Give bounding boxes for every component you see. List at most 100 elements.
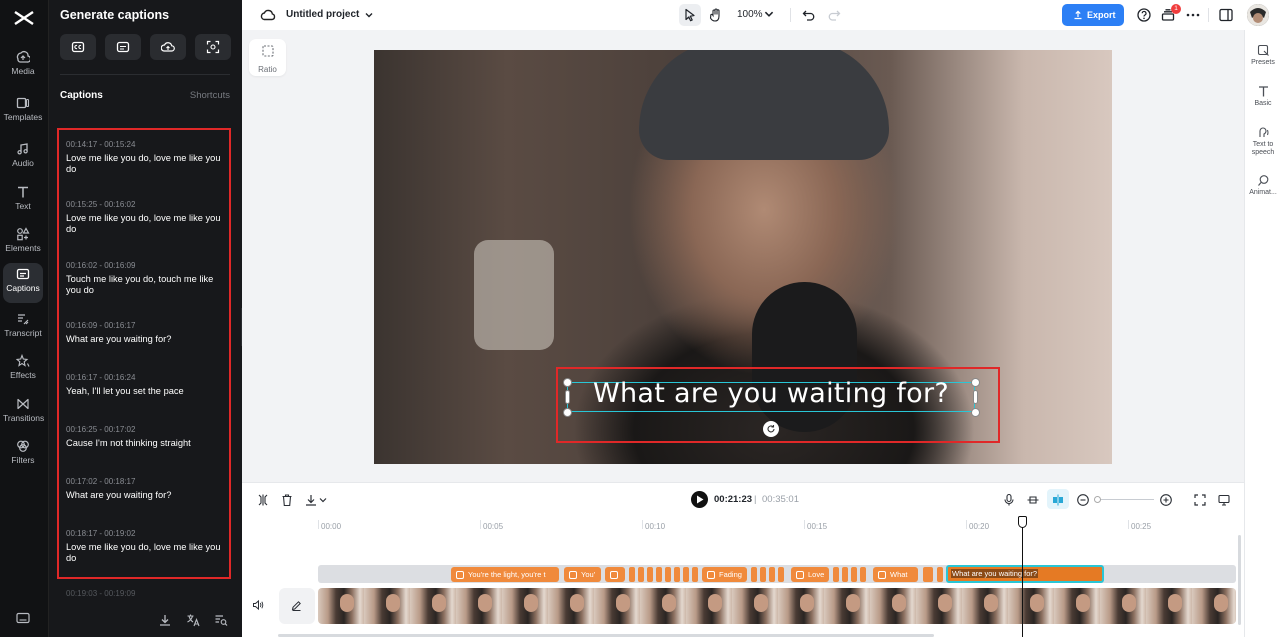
caption-text[interactable]: Cause I'm not thinking straight	[66, 438, 226, 449]
caption-item[interactable]: 00:14:17 - 00:15:24 Love me like you do,…	[66, 140, 226, 175]
caption-text[interactable]: Love me like you do, love me like you do	[66, 153, 226, 175]
capcut-logo-icon[interactable]	[12, 8, 36, 28]
caption-item[interactable]: 00:18:17 - 00:19:02 Love me like you do,…	[66, 529, 226, 564]
selected-caption-clip[interactable]: What are you waiting for?	[946, 565, 1104, 583]
resize-handle-bottom-right[interactable]	[971, 408, 980, 417]
undo-icon[interactable]	[801, 7, 817, 23]
shortcuts-link[interactable]: Shortcuts	[190, 90, 230, 101]
caption-text[interactable]: What are you waiting for?	[66, 490, 226, 501]
timeline-vertical-scrollbar[interactable]	[1238, 535, 1241, 625]
avatar[interactable]	[1247, 4, 1269, 26]
microphone-icon[interactable]	[1002, 493, 1016, 507]
sidebar-item-text[interactable]: Text	[3, 181, 43, 219]
cc-caption-button[interactable]	[60, 34, 96, 60]
resize-handle-top-right[interactable]	[971, 378, 980, 387]
right-panel-item-text-to-speech[interactable]: Text to speech	[1245, 126, 1280, 157]
caption-clip[interactable]: You're the light, you're t	[451, 567, 559, 582]
find-replace-icon[interactable]	[214, 613, 228, 627]
split-icon[interactable]	[256, 493, 270, 507]
translate-icon[interactable]	[186, 613, 200, 627]
caption-clip[interactable]	[923, 567, 933, 582]
resize-handle-bottom-left[interactable]	[563, 408, 572, 417]
sidebar-item-captions[interactable]: Captions	[3, 263, 43, 303]
sidebar-item-elements[interactable]: Elements	[3, 223, 43, 261]
caption-item[interactable]: 00:15:25 - 00:16:02 Love me like you do,…	[66, 200, 226, 235]
play-button[interactable]	[691, 491, 708, 508]
caption-item[interactable]: 00:16:02 - 00:16:09 Touch me like you do…	[66, 261, 226, 296]
chevron-down-icon[interactable]	[364, 10, 374, 20]
help-icon[interactable]	[1136, 7, 1152, 23]
monitor-icon[interactable]	[1217, 493, 1231, 507]
ratio-button[interactable]: Ratio	[249, 39, 286, 76]
magnet-icon[interactable]	[1051, 493, 1065, 507]
right-panel-item-animation[interactable]: Animat...	[1245, 174, 1280, 197]
caption-clip[interactable]: What	[873, 567, 918, 582]
sidebar-item-effects[interactable]: Effects	[3, 350, 43, 388]
resize-handle-left[interactable]	[565, 390, 570, 404]
sidebar-item-audio[interactable]: Audio	[3, 138, 43, 176]
project-name[interactable]: Untitled project	[286, 9, 359, 20]
caption-clip[interactable]	[656, 567, 662, 582]
fullscreen-icon[interactable]	[1193, 493, 1207, 507]
sidebar-item-transitions[interactable]: Transitions	[3, 393, 44, 431]
video-track[interactable]	[318, 588, 1236, 624]
caption-clip[interactable]	[647, 567, 653, 582]
volume-icon[interactable]	[252, 599, 264, 611]
caption-text[interactable]: Love me like you do, love me like you do	[66, 542, 226, 564]
panel-layout-icon[interactable]	[1218, 7, 1234, 23]
caption-list[interactable]: 00:14:17 - 00:15:24 Love me like you do,…	[57, 128, 231, 579]
caption-clip[interactable]	[683, 567, 689, 582]
timeline-zoom-knob[interactable]	[1094, 496, 1101, 503]
caption-clip[interactable]	[851, 567, 857, 582]
upload-captions-button[interactable]	[150, 34, 186, 60]
caption-item[interactable]: 00:16:09 - 00:16:17 What are you waiting…	[66, 321, 226, 345]
caption-clip[interactable]	[833, 567, 839, 582]
caption-clip[interactable]	[937, 567, 943, 582]
keyboard-icon[interactable]	[16, 612, 30, 624]
caption-clip[interactable]	[751, 567, 757, 582]
sidebar-item-filters[interactable]: Filters	[3, 435, 43, 473]
resize-handle-top-left[interactable]	[563, 378, 572, 387]
caption-item[interactable]: 00:17:02 - 00:18:17 What are you waiting…	[66, 477, 226, 501]
caption-clip[interactable]	[692, 567, 698, 582]
caption-item[interactable]: 00:16:25 - 00:17:02 Cause I'm not thinki…	[66, 425, 226, 449]
zoom-out-icon[interactable]	[1076, 493, 1090, 507]
export-button[interactable]: Export	[1062, 4, 1124, 26]
redo-icon[interactable]	[826, 7, 842, 23]
right-panel-item-basic[interactable]: Basic	[1245, 85, 1280, 108]
caption-clip[interactable]: Love	[791, 567, 829, 582]
caption-item[interactable]: 00:16:17 - 00:16:24 Yeah, I'll let you s…	[66, 373, 226, 397]
zoom-in-icon[interactable]	[1159, 493, 1173, 507]
caption-text[interactable]: What are you waiting for?	[66, 334, 226, 345]
delete-icon[interactable]	[280, 493, 294, 507]
caption-clip[interactable]	[638, 567, 644, 582]
auto-detect-button[interactable]	[195, 34, 231, 60]
caption-overlay-text[interactable]: What are you waiting for?	[567, 378, 975, 409]
right-panel-item-presets[interactable]: Presets	[1245, 44, 1280, 67]
rotate-handle[interactable]	[763, 421, 779, 437]
caption-clip[interactable]	[760, 567, 766, 582]
sidebar-item-transcript[interactable]: Transcript	[3, 308, 43, 346]
timeline[interactable]: 00:21:23 | 00:35:01 00:00 00:05 00:10 00…	[242, 482, 1244, 637]
caption-clip[interactable]: Fading	[702, 567, 747, 582]
playhead-handle[interactable]	[1018, 516, 1027, 528]
link-track-icon[interactable]	[1026, 493, 1040, 507]
download-icon[interactable]	[304, 493, 318, 507]
hand-icon[interactable]	[708, 7, 724, 23]
caption-clip[interactable]	[842, 567, 848, 582]
caption-clip[interactable]	[778, 567, 784, 582]
timeline-ruler[interactable]: 00:00 00:05 00:10 00:15 00:20 00:25	[242, 517, 1244, 531]
cloud-icon[interactable]	[260, 7, 276, 23]
chevron-down-icon[interactable]	[318, 495, 328, 505]
zoom-chevron-down-icon[interactable]	[763, 8, 775, 20]
download-icon[interactable]	[158, 613, 172, 627]
sidebar-item-templates[interactable]: Templates	[3, 92, 43, 130]
caption-clip[interactable]	[665, 567, 671, 582]
resize-handle-right[interactable]	[973, 390, 978, 404]
playhead-line[interactable]	[1022, 517, 1023, 637]
more-icon[interactable]	[1185, 7, 1201, 23]
caption-clip[interactable]	[860, 567, 866, 582]
caption-clip[interactable]: You'	[564, 567, 601, 582]
caption-clip[interactable]	[769, 567, 775, 582]
caption-clip[interactable]	[605, 567, 625, 582]
